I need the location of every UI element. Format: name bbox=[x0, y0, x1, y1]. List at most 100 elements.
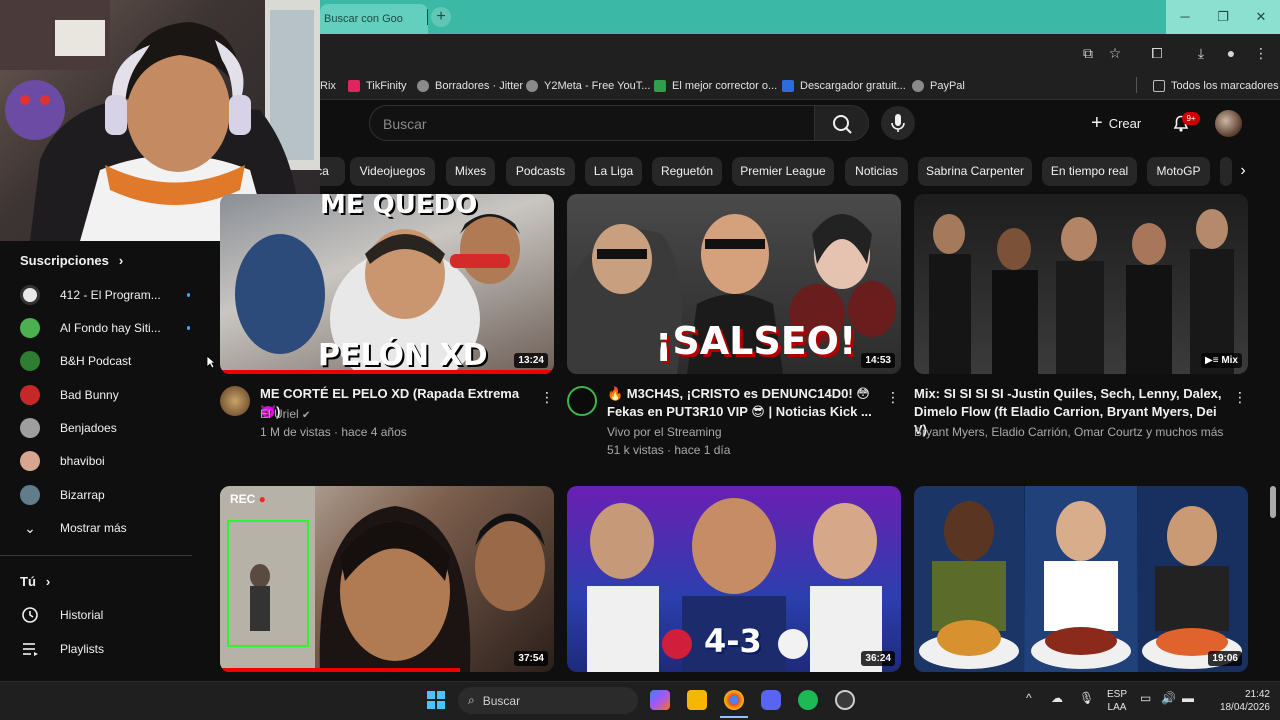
search-icon: ⌕ bbox=[468, 693, 475, 707]
bookmark-item[interactable]: TikFinity bbox=[348, 77, 407, 95]
page-scrollbar[interactable] bbox=[1270, 486, 1276, 518]
channel-avatar[interactable] bbox=[567, 386, 597, 416]
sidebar-subscription[interactable]: Al Fondo hay Siti... bbox=[20, 318, 190, 338]
video-thumbnail[interactable]: 19:06 bbox=[914, 486, 1248, 672]
windows-start-icon[interactable] bbox=[426, 690, 446, 710]
chip[interactable]: En tiempo real bbox=[1042, 157, 1137, 186]
show-more-button[interactable]: ⌄ Mostrar más bbox=[20, 518, 190, 538]
taskbar-search[interactable]: ⌕ Buscar bbox=[458, 687, 638, 714]
browser-tab[interactable]: Buscar con Goo bbox=[320, 4, 428, 34]
mix-badge: ▶≡ Mix bbox=[1201, 353, 1242, 368]
globe-icon bbox=[526, 80, 538, 92]
chip[interactable]: Mixes bbox=[446, 157, 495, 186]
minimize-button[interactable]: ─ bbox=[1166, 0, 1204, 34]
file-explorer-icon[interactable] bbox=[687, 690, 707, 710]
channel-avatar[interactable] bbox=[220, 386, 250, 416]
volume-icon[interactable]: 🔊 bbox=[1161, 692, 1176, 705]
sidebar-subscription[interactable]: Bad Bunny bbox=[20, 385, 190, 405]
rec-label: REC ● bbox=[230, 492, 266, 506]
chrome-menu-icon[interactable]: ⋮ bbox=[1252, 44, 1270, 62]
new-tab-button[interactable]: + bbox=[431, 7, 451, 27]
chip[interactable]: Videojuegos bbox=[350, 157, 435, 186]
channel-avatar bbox=[20, 285, 40, 305]
sidebar-item-playlists[interactable]: Playlists bbox=[20, 639, 190, 659]
sidebar-subscription[interactable]: B&H Podcast bbox=[20, 351, 190, 371]
close-button[interactable]: ✕ bbox=[1242, 0, 1280, 34]
voice-search-button[interactable] bbox=[881, 106, 915, 140]
battery-icon[interactable]: ▬ bbox=[1182, 692, 1194, 705]
bookmark-item[interactable]: El mejor corrector o... bbox=[654, 77, 777, 95]
show-hidden-icons-icon[interactable]: ^ bbox=[1026, 692, 1032, 705]
onedrive-icon[interactable]: ☁ bbox=[1051, 692, 1063, 705]
more-options-icon[interactable]: ⋮ bbox=[886, 388, 900, 406]
search-input[interactable]: Buscar bbox=[369, 105, 815, 141]
sidebar-subscription[interactable]: Bizarrap bbox=[20, 485, 190, 505]
subscriptions-heading[interactable]: Suscripciones › bbox=[20, 253, 123, 268]
chip-partial[interactable] bbox=[1220, 157, 1232, 186]
search-button[interactable] bbox=[815, 105, 869, 141]
video-title[interactable]: 🔥 M3CH4S, ¡CRISTO es DENUNC14D0! 😳 Fekas… bbox=[607, 385, 877, 421]
chip[interactable]: Sabrina Carpenter bbox=[918, 157, 1032, 186]
profile-icon[interactable]: ● bbox=[1222, 44, 1240, 62]
chip[interactable]: Podcasts bbox=[506, 157, 575, 186]
channel-name[interactable]: El Uriel ✔ bbox=[260, 405, 310, 425]
more-options-icon[interactable]: ⋮ bbox=[540, 388, 554, 406]
video-thumbnail[interactable]: ME QUEDO PELÓN XD 13:24 bbox=[220, 194, 554, 374]
mix-artists: Bryant Myers, Eladio Carrión, Omar Court… bbox=[914, 425, 1224, 439]
create-button[interactable]: + Crear bbox=[1085, 105, 1155, 141]
bookmark-item[interactable]: Y2Meta - Free YouT... bbox=[526, 77, 650, 95]
downloads-icon[interactable]: ⤓ bbox=[1192, 44, 1210, 62]
new-content-dot bbox=[186, 293, 190, 297]
chip[interactable]: La Liga bbox=[585, 157, 642, 186]
video-thumbnail[interactable]: REC ● 37:54 bbox=[220, 486, 554, 672]
chip[interactable]: MotoGP bbox=[1147, 157, 1210, 186]
app-icon[interactable] bbox=[835, 690, 855, 710]
channel-name[interactable]: Vivo por el Streaming bbox=[607, 423, 722, 441]
mic-tray-icon[interactable]: 🎙 bbox=[1079, 692, 1094, 705]
sidebar-subscription[interactable]: Benjadoes bbox=[20, 418, 190, 438]
bookmark-item[interactable]: Descargador gratuit... bbox=[782, 77, 906, 95]
video-thumbnail[interactable]: ¡SALSEO! 14:53 bbox=[567, 194, 901, 374]
clock[interactable]: 21:42 18/04/2026 bbox=[1208, 688, 1270, 714]
spotify-icon[interactable] bbox=[798, 690, 818, 710]
bookmark-item[interactable]: PayPal bbox=[912, 77, 965, 95]
discord-icon[interactable] bbox=[761, 690, 781, 710]
mix-thumbnail[interactable]: ▶≡ Mix bbox=[914, 194, 1248, 374]
chrome-icon[interactable] bbox=[724, 690, 744, 710]
chevron-down-icon: ⌄ bbox=[24, 519, 36, 536]
account-avatar[interactable] bbox=[1215, 110, 1242, 137]
bookmark-item[interactable]: Borradores · Jitter bbox=[417, 77, 523, 95]
sidebar-subscription[interactable]: bhaviboi bbox=[20, 451, 190, 471]
restore-button[interactable]: ❐ bbox=[1204, 0, 1242, 34]
copilot-icon[interactable] bbox=[650, 690, 670, 710]
chip[interactable]: Noticias bbox=[845, 157, 908, 186]
you-heading[interactable]: Tú › bbox=[20, 574, 50, 589]
sidebar-item-history[interactable]: Historial bbox=[20, 605, 190, 625]
all-bookmarks[interactable]: Todos los marcadores bbox=[1153, 77, 1279, 95]
bookmark-item[interactable]: Rix bbox=[320, 77, 336, 95]
network-icon[interactable]: ▭ bbox=[1140, 692, 1151, 705]
tab-separator bbox=[427, 9, 428, 25]
corrector-icon bbox=[654, 80, 666, 92]
playlists-icon bbox=[23, 643, 38, 656]
more-options-icon[interactable]: ⋮ bbox=[1233, 388, 1247, 406]
history-icon bbox=[22, 607, 38, 623]
video-stats: 51 k vistas · hace 1 día bbox=[607, 443, 731, 457]
video-thumbnail[interactable]: 4-3 36:24 bbox=[567, 486, 901, 672]
thumbnail-image bbox=[914, 486, 1248, 672]
video-duration: 36:24 bbox=[861, 651, 895, 666]
channel-avatar bbox=[20, 451, 40, 471]
new-content-dot bbox=[186, 326, 190, 330]
verified-icon: ✔ bbox=[302, 410, 311, 421]
bookmark-star-icon[interactable]: ☆ bbox=[1106, 44, 1124, 62]
install-app-icon[interactable]: ⧉ bbox=[1079, 44, 1097, 62]
chevron-right-icon[interactable]: › bbox=[1232, 160, 1254, 182]
plus-icon: + bbox=[1091, 112, 1103, 134]
globe-icon bbox=[417, 80, 429, 92]
record-dot-icon: ● bbox=[255, 492, 266, 506]
chip[interactable]: Reguetón bbox=[652, 157, 722, 186]
extensions-icon[interactable]: ⧠ bbox=[1148, 44, 1166, 62]
sidebar-subscription[interactable]: 412 - El Program... bbox=[20, 285, 190, 305]
chip[interactable]: Premier League bbox=[732, 157, 834, 186]
language-indicator[interactable]: ESP LAA bbox=[1104, 688, 1130, 714]
